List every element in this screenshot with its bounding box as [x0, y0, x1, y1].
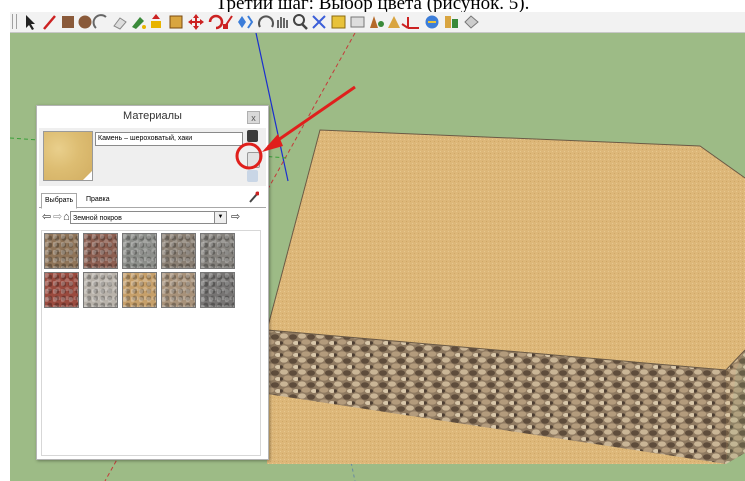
protractor-icon[interactable] — [370, 16, 384, 28]
material-tile[interactable] — [44, 233, 79, 269]
chevron-down-icon[interactable]: ▼ — [214, 212, 226, 223]
library-dropdown[interactable]: Земной покров ▼ — [70, 211, 227, 224]
eraser-icon[interactable] — [113, 17, 127, 30]
toolbar-icons[interactable] — [10, 12, 745, 32]
pencil-icon[interactable] — [43, 15, 56, 30]
details-icon[interactable]: ⇨ — [231, 211, 240, 224]
rotate-icon[interactable] — [208, 14, 224, 30]
warehouse-icon[interactable] — [464, 15, 479, 29]
materials-panel: Материалы x Камень – шероховатый, хаки В… — [36, 105, 269, 460]
forward-arrow-icon[interactable]: ⇨ — [53, 211, 62, 224]
tab-select[interactable]: Выбрать — [41, 193, 78, 209]
material-tile[interactable] — [161, 233, 196, 269]
material-tile[interactable] — [44, 272, 79, 308]
back-arrow-icon[interactable]: ⇦ — [42, 211, 51, 224]
zoom-extents-icon[interactable] — [312, 15, 326, 29]
close-icon[interactable]: x — [247, 111, 260, 124]
3d-text-icon[interactable] — [425, 15, 439, 29]
rectangle-icon[interactable] — [62, 16, 74, 28]
home-icon[interactable]: ⌂ — [63, 211, 70, 224]
material-tile[interactable] — [122, 272, 157, 308]
material-tile[interactable] — [200, 272, 235, 308]
axes-icon[interactable] — [401, 17, 419, 29]
eyedropper-icon[interactable] — [249, 191, 259, 203]
offset-icon[interactable] — [169, 15, 183, 29]
tape-measure-icon[interactable] — [331, 15, 346, 29]
scale-icon[interactable] — [223, 15, 233, 29]
material-tile[interactable] — [161, 272, 196, 308]
material-tile[interactable] — [200, 233, 235, 269]
dimension-icon[interactable] — [350, 16, 365, 28]
material-name-field[interactable]: Камень – шероховатый, хаки — [95, 132, 243, 146]
swatch-corner — [83, 171, 92, 180]
push-pull-icon[interactable] — [151, 14, 161, 28]
orbit-icon[interactable] — [258, 15, 274, 28]
text-icon[interactable] — [388, 16, 400, 28]
panel-title: Материалы — [123, 110, 182, 122]
tab-bar: Выбрать Правка — [39, 189, 266, 209]
pan-icon[interactable] — [277, 17, 288, 28]
library-nav: ⇦ ⇨ ⌂ Земной покров ▼ ⇨ — [39, 210, 266, 226]
follow-me-icon[interactable] — [238, 15, 254, 29]
arc-icon[interactable] — [92, 14, 107, 29]
material-header: Камень – шероховатый, хаки — [39, 128, 266, 186]
select-icon[interactable] — [26, 15, 35, 30]
circle-icon[interactable] — [78, 15, 92, 29]
material-tile[interactable] — [122, 233, 157, 269]
sample-paint-icon[interactable] — [247, 170, 258, 182]
zoom-icon[interactable] — [293, 14, 308, 30]
tab-edit[interactable]: Правка — [83, 193, 113, 207]
materials-grid — [41, 230, 261, 456]
section-plane-icon[interactable] — [445, 16, 458, 28]
material-tile[interactable] — [83, 272, 118, 308]
details-arrow-icon[interactable] — [247, 130, 258, 142]
create-material-icon[interactable] — [247, 152, 260, 168]
material-swatch[interactable] — [43, 131, 93, 181]
main-toolbar — [10, 12, 745, 33]
move-icon[interactable] — [188, 14, 204, 30]
material-tile[interactable] — [83, 233, 118, 269]
paint-bucket-icon[interactable] — [132, 17, 146, 29]
library-dropdown-value: Земной покров — [73, 215, 122, 222]
